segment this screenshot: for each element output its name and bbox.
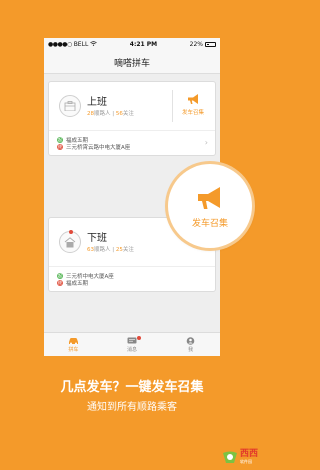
card-title: 上班 [87, 97, 107, 108]
wifi-icon [90, 41, 97, 48]
tab-carpool[interactable]: 拼车 [53, 337, 93, 353]
card-stats: 28顺路人 | 56关注 [87, 111, 134, 117]
chevron-right-icon: › [204, 138, 208, 147]
follow-count: 56 [115, 111, 123, 117]
watermark-main: 西西 [239, 449, 258, 459]
divider [172, 90, 173, 122]
fellow-label: 顺路人 [94, 247, 111, 253]
tab-label: 消息 [126, 346, 137, 353]
route-info[interactable]: 起 福成五期 终 三元桥霄云路中电大厦A座 › [49, 130, 215, 155]
tab-label: 我 [188, 346, 194, 353]
signal-icon: ●●●●○ [48, 41, 72, 48]
notification-dot [69, 230, 73, 234]
carrier-name: BELL [73, 41, 89, 48]
end-marker-icon: 终 [57, 280, 63, 287]
summon-highlight-button[interactable]: 发车召集 [168, 164, 252, 248]
megaphone-icon [188, 94, 198, 104]
card-header: 上班 28顺路人 | 56关注 发车召集 [49, 82, 215, 130]
end-location: 三元桥霄云路中电大厦A座 [66, 145, 131, 152]
tab-profile[interactable]: 我 [171, 336, 211, 353]
tab-messages[interactable]: 消息 [112, 335, 152, 353]
nav-bar: 嘀嗒拼车 [44, 51, 220, 74]
clock: 4:21 PM [129, 41, 158, 48]
battery-info: 22% [190, 41, 216, 48]
message-badge [136, 335, 141, 340]
office-building-icon [59, 95, 81, 117]
carrier-info: ●●●●○ BELL [48, 41, 97, 48]
page-title: 嘀嗒拼车 [113, 58, 150, 69]
route-end: 终 三元桥霄云路中电大厦A座 [57, 144, 207, 152]
battery-percent: 22% [189, 41, 203, 48]
watermark-logo-icon [222, 451, 237, 463]
follow-label: 关注 [122, 247, 134, 253]
promo-subline: 通知到所有顺路乘客 [87, 402, 177, 413]
end-marker-icon: 终 [57, 144, 63, 151]
tab-label: 拼车 [68, 346, 79, 353]
site-watermark: 西西 软件园 [222, 450, 258, 464]
status-bar: ●●●●○ BELL 4:21 PM 22% [44, 38, 220, 51]
start-marker-icon: 起 [57, 272, 63, 279]
tab-bar: 拼车 消息 我 [44, 332, 220, 356]
card-stats: 63顺路人 | 25关注 [87, 247, 134, 253]
summon-button[interactable]: 发车召集 [176, 90, 210, 116]
watermark-sub: 软件园 [239, 459, 252, 464]
commute-card-work[interactable]: 上班 28顺路人 | 56关注 发车召集 起 福成五期 终 三元桥霄云路中电大厦… [48, 81, 216, 156]
summon-label: 发车召集 [181, 110, 204, 116]
summon-highlight-label: 发车召集 [191, 218, 228, 229]
fellow-count: 28 [87, 111, 94, 117]
follow-count: 25 [115, 247, 123, 253]
fellow-label: 顺路人 [94, 111, 111, 117]
route-info[interactable]: 起 三元桥中电大厦A座 终 福成五期 [49, 266, 215, 291]
battery-icon [204, 42, 216, 47]
card-title: 下班 [87, 233, 107, 244]
promo-headline: 几点发车？一键发车召集 [60, 380, 204, 395]
car-icon [68, 337, 78, 344]
fellow-count: 63 [87, 247, 94, 253]
message-icon [127, 337, 137, 343]
follow-label: 关注 [122, 111, 134, 117]
megaphone-icon [198, 186, 220, 209]
profile-icon [186, 336, 195, 345]
start-marker-icon: 起 [57, 136, 63, 143]
route-end: 终 福成五期 [57, 280, 207, 288]
end-location: 福成五期 [66, 281, 89, 288]
home-icon [59, 231, 81, 253]
